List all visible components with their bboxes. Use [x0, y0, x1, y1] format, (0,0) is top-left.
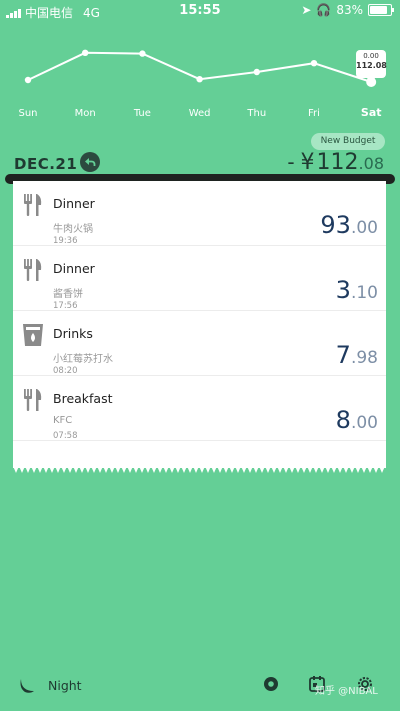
- item-time: 08:20: [53, 366, 78, 376]
- amount-integer: 7: [335, 341, 351, 369]
- bottom-bar: Night 知乎 @NIBAL: [0, 666, 400, 706]
- item-note: KFC: [53, 415, 73, 426]
- item-title: Dinner: [53, 196, 95, 211]
- drink-cup-icon: [23, 324, 43, 346]
- amount-integer: 93: [320, 211, 351, 239]
- chart-tooltip: 0.00 112.08: [356, 50, 387, 83]
- amount-integer: 3: [335, 276, 351, 304]
- date-label: DEC.21: [14, 155, 78, 173]
- expense-item[interactable]: Breakfast KFC 07:58 8.00: [13, 376, 386, 441]
- expense-item[interactable]: Dinner 酱香饼 17:56 3.10: [13, 246, 386, 311]
- chart-point[interactable]: [196, 76, 203, 83]
- amount-decimal: .00: [350, 413, 378, 433]
- chart-point[interactable]: [310, 60, 318, 67]
- chart-x-tick-label[interactable]: Tue: [133, 108, 151, 119]
- item-title: Breakfast: [53, 391, 113, 406]
- chart-x-tick-label[interactable]: Mon: [75, 108, 96, 119]
- tooltip-line1: 0.00: [363, 52, 379, 60]
- fork-knife-icon: [24, 259, 42, 281]
- item-amount: 93.00: [320, 211, 378, 239]
- item-time: 17:56: [53, 301, 78, 311]
- chart-x-tick-label[interactable]: Wed: [189, 108, 211, 119]
- fork-knife-icon: [24, 389, 42, 411]
- item-amount: 7.98: [336, 341, 378, 369]
- watermark: 知乎 @NIBAL: [315, 686, 378, 697]
- daily-total: - ¥ 112 .08: [287, 150, 384, 175]
- chart-x-tick-label[interactable]: Sat: [361, 106, 382, 119]
- chart-point[interactable]: [253, 68, 260, 76]
- status-bar: 中国电信 4G 15:55 ➤ 🎧 83%: [0, 0, 400, 22]
- undo-arrow-icon: [85, 158, 96, 166]
- chart-point[interactable]: [139, 50, 146, 57]
- location-icon: ➤: [301, 3, 312, 17]
- item-amount: 3.10: [336, 276, 378, 304]
- amount-decimal: .98: [350, 348, 378, 368]
- amount-integer: 8: [335, 406, 351, 434]
- item-amount: 8.00: [336, 406, 378, 434]
- chart-x-tick-label[interactable]: Thu: [246, 108, 266, 119]
- item-time: 19:36: [53, 236, 78, 246]
- chart-x-tick-label[interactable]: Fri: [308, 108, 320, 119]
- item-time: 07:58: [53, 431, 78, 441]
- fork-knife-icon: [24, 194, 42, 216]
- chart-point[interactable]: [24, 76, 32, 84]
- receipt: Dinner 牛肉火锅 19:36 93.00 Dinner 酱香饼 17:56…: [13, 181, 386, 468]
- item-note: 酱香饼: [53, 289, 83, 300]
- currency-symbol: ¥: [300, 150, 315, 175]
- item-title: Drinks: [53, 326, 93, 341]
- chart-x-tick-label[interactable]: Sun: [18, 108, 37, 119]
- back-button[interactable]: [80, 152, 100, 172]
- night-mode-toggle[interactable]: Night: [48, 678, 82, 693]
- tooltip-line2: 112.08: [356, 61, 387, 70]
- receipt-torn-edge: [13, 466, 386, 473]
- amount-decimal: .10: [350, 283, 378, 303]
- total-integer: 112: [316, 150, 359, 175]
- battery-fill: [370, 6, 387, 14]
- item-note: 牛肉火锅: [53, 224, 93, 235]
- item-note: 小红莓苏打水: [53, 354, 113, 365]
- item-title: Dinner: [53, 261, 95, 276]
- aperture-icon[interactable]: [262, 675, 280, 693]
- total-sign: -: [287, 150, 295, 174]
- battery-icon: [368, 4, 394, 16]
- weekly-spend-chart: Sun Mon Tue Wed Thu Fri Sat: [18, 49, 382, 119]
- torn-edge-path: [13, 466, 386, 473]
- new-budget-button[interactable]: New Budget: [311, 133, 385, 150]
- headphones-icon: 🎧: [316, 3, 332, 17]
- total-decimal: .08: [358, 154, 384, 173]
- moon-icon[interactable]: [18, 676, 36, 694]
- expense-item[interactable]: Dinner 牛肉火锅 19:36 93.00: [13, 181, 386, 246]
- battery-percent: 83%: [336, 3, 363, 17]
- chart-point[interactable]: [82, 49, 89, 56]
- expense-item[interactable]: Drinks 小红莓苏打水 08:20 7.98: [13, 311, 386, 376]
- amount-decimal: .00: [350, 218, 378, 238]
